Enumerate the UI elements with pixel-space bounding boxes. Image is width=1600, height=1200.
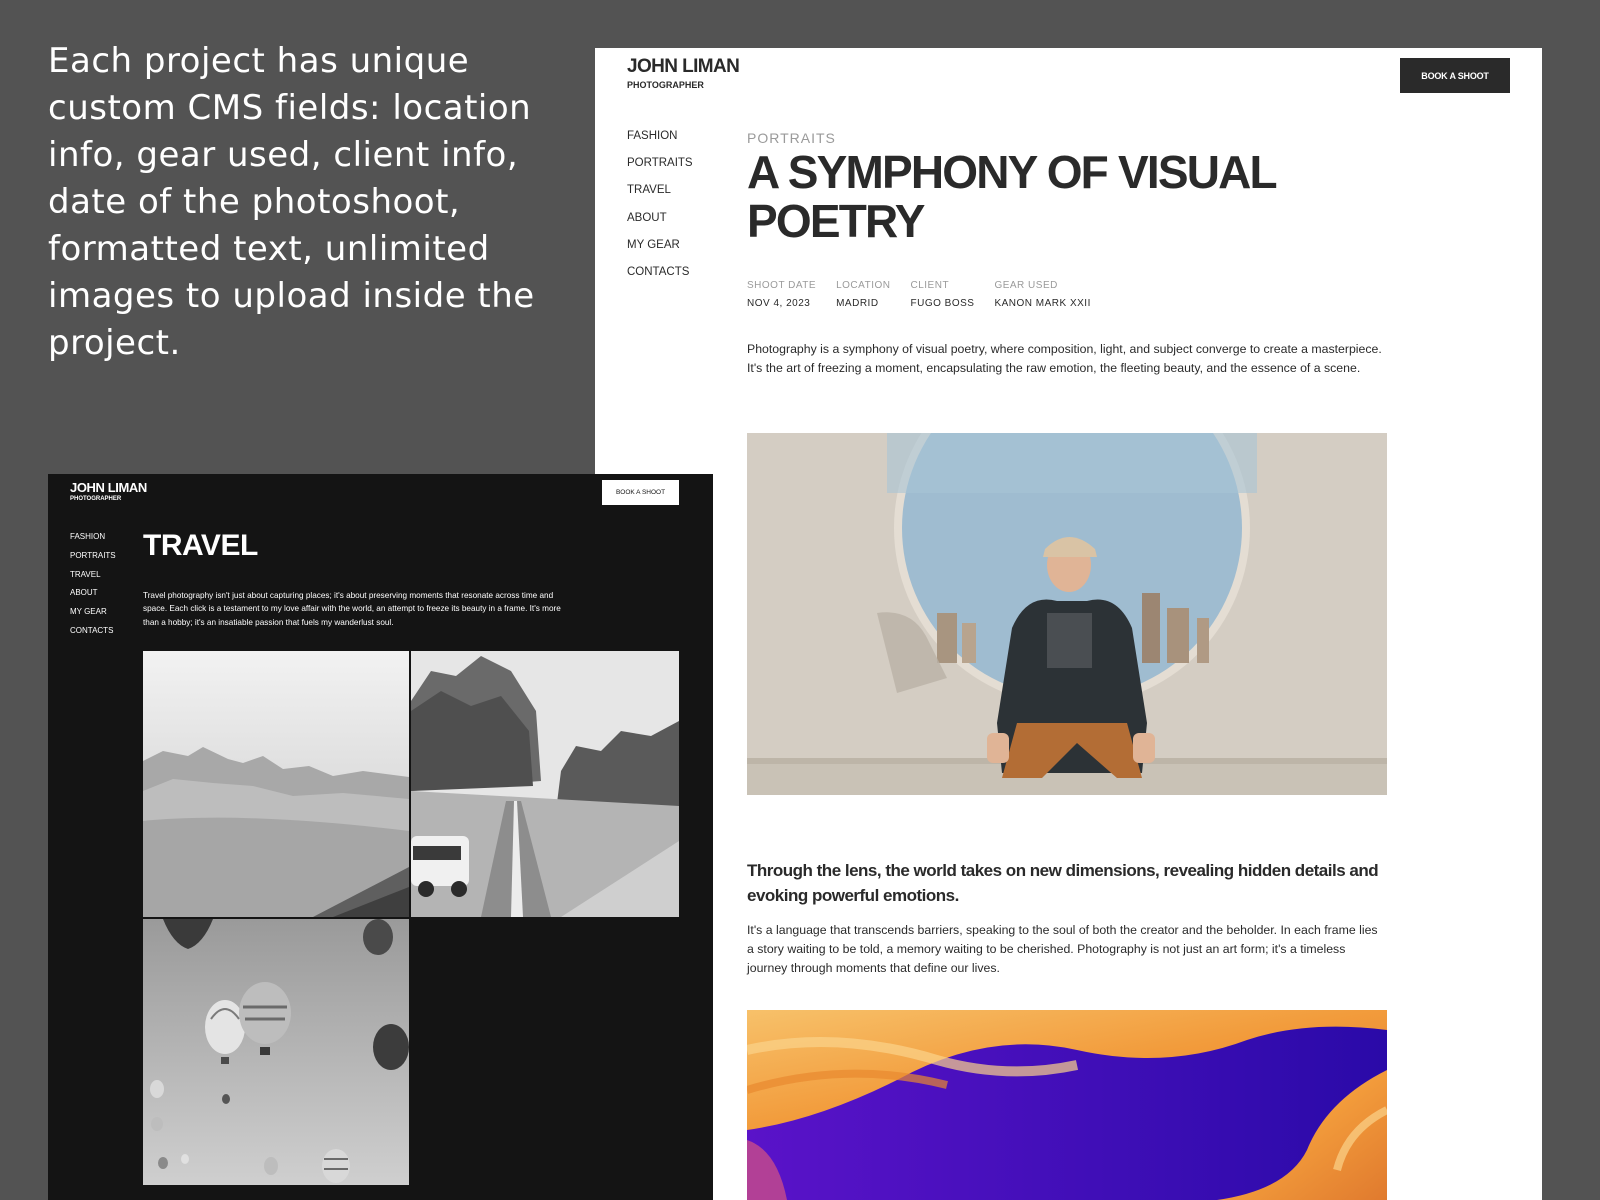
nav-item-about[interactable]: ABOUT (627, 212, 693, 239)
nav-item-about[interactable]: ABOUT (70, 588, 116, 607)
sidebar-nav: FASHION PORTRAITS TRAVEL ABOUT MY GEAR C… (627, 130, 693, 293)
project-meta: SHOOT DATE NOV 4, 2023 LOCATION MADRID C… (747, 280, 1387, 309)
project-body-paragraph: It's a language that transcends barriers… (747, 923, 1378, 975)
portrait-photo (747, 433, 1387, 795)
category-description: Travel photography isn't just about capt… (143, 591, 561, 627)
meta-value: NOV 4, 2023 (747, 298, 811, 309)
project-category[interactable]: PORTRAITS (747, 130, 1387, 146)
gallery-image-road[interactable] (411, 651, 679, 917)
book-a-shoot-button[interactable]: BOOK A SHOOT (602, 480, 679, 505)
nav-item-fashion[interactable]: FASHION (627, 130, 693, 157)
site-logo[interactable]: JOHN LIMAN PHOTOGRAPHER (627, 56, 740, 90)
site-logo[interactable]: JOHN LIMAN PHOTOGRAPHER (70, 480, 147, 502)
feature-caption: Each project has unique custom CMS field… (48, 41, 535, 363)
nav-item-my-gear[interactable]: MY GEAR (627, 239, 693, 266)
nav-item-my-gear[interactable]: MY GEAR (70, 607, 116, 626)
project-intro-paragraph: Photography is a symphony of visual poet… (747, 342, 1382, 375)
gallery-image-desert[interactable] (143, 651, 409, 917)
sidebar-nav: FASHION PORTRAITS TRAVEL ABOUT MY GEAR C… (70, 532, 116, 645)
meta-client: CLIENT FUGO BOSS (910, 280, 974, 309)
nav-item-contacts[interactable]: CONTACTS (627, 266, 693, 293)
logo-subtitle: PHOTOGRAPHER (70, 496, 122, 502)
project-subheading: Through the lens, the world takes on new… (747, 861, 1379, 905)
project-page-light: JOHN LIMAN PHOTOGRAPHER BOOK A SHOOT FAS… (595, 48, 1542, 1200)
logo-subtitle: PHOTOGRAPHER (627, 80, 704, 90)
nav-item-fashion[interactable]: FASHION (70, 532, 116, 551)
nav-item-contacts[interactable]: CONTACTS (70, 626, 116, 645)
meta-shoot-date: SHOOT DATE NOV 4, 2023 (747, 280, 816, 309)
meta-value: KANON MARK XXII (994, 298, 1091, 309)
meta-label: GEAR USED (994, 280, 1058, 291)
meta-label: SHOOT DATE (747, 280, 817, 291)
nav-item-portraits[interactable]: PORTRAITS (627, 157, 693, 184)
logo-name: JOHN LIMAN (627, 56, 740, 77)
category-title: TRAVEL (143, 529, 258, 562)
project-page-dark: JOHN LIMAN PHOTOGRAPHER BOOK A SHOOT FAS… (48, 474, 713, 1200)
meta-location: LOCATION MADRID (836, 280, 890, 309)
meta-label: CLIENT (910, 280, 950, 291)
gallery-image-balloons[interactable] (143, 919, 409, 1185)
nav-item-portraits[interactable]: PORTRAITS (70, 551, 116, 570)
book-a-shoot-button[interactable]: BOOK A SHOOT (1400, 58, 1510, 93)
meta-value: FUGO BOSS (910, 298, 975, 309)
project-content: PORTRAITS A SYMPHONY OF VISUAL POETRY SH… (747, 130, 1387, 378)
project-title: A SYMPHONY OF VISUAL POETRY (747, 146, 1277, 247)
meta-label: LOCATION (836, 280, 891, 291)
meta-value: MADRID (836, 298, 879, 309)
nav-item-travel[interactable]: TRAVEL (627, 184, 693, 211)
logo-name: JOHN LIMAN (70, 480, 147, 495)
meta-gear-used: GEAR USED KANON MARK XXII (994, 280, 1090, 309)
abstract-photo (747, 1010, 1387, 1200)
nav-item-travel[interactable]: TRAVEL (70, 570, 116, 589)
